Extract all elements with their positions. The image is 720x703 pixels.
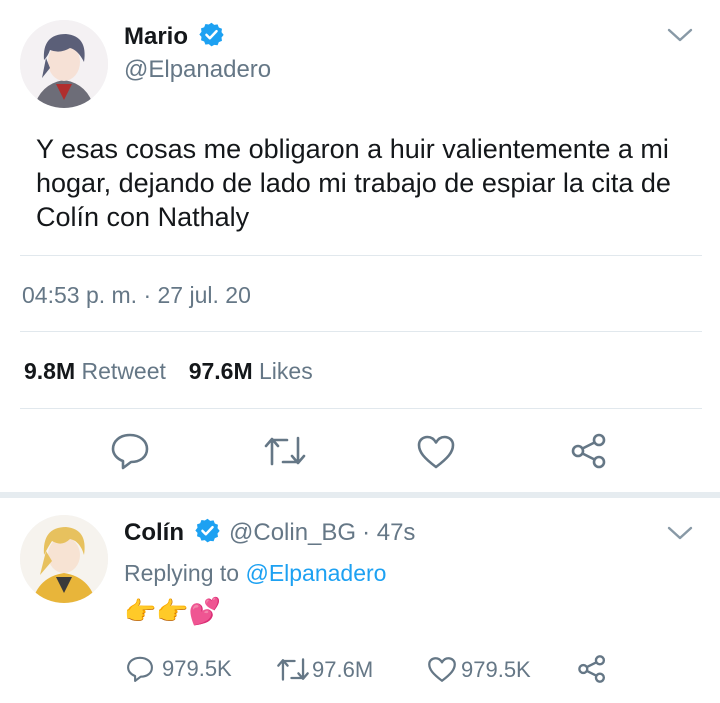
section-separator (0, 492, 720, 498)
like-action[interactable]: 979.5K (427, 656, 531, 683)
reply-author-avatar[interactable] (20, 515, 108, 603)
author-handle[interactable]: @Elpanadero (124, 56, 271, 84)
retweet-label[interactable]: Retweet (82, 358, 166, 384)
replying-to-handle[interactable]: @Elpanadero (245, 560, 386, 586)
chevron-down-icon[interactable] (666, 524, 694, 542)
divider (20, 255, 702, 256)
retweet-count[interactable]: 9.8M (24, 358, 75, 384)
retweet-action[interactable]: 97.6M (276, 656, 373, 683)
replying-to-label: Replying to (124, 560, 240, 586)
reply-text: 👉👉💕 (124, 596, 222, 626)
reply-icon[interactable] (126, 655, 154, 683)
replying-to: Replying to @Elpanadero (124, 560, 386, 587)
reply-count: 979.5K (162, 656, 232, 681)
share-icon[interactable] (570, 432, 608, 470)
avatar-illustration (20, 515, 108, 603)
chevron-down-icon[interactable] (666, 26, 694, 44)
divider (20, 331, 702, 332)
share-icon[interactable] (577, 654, 607, 684)
verified-badge-icon (198, 21, 225, 53)
reply-icon[interactable] (110, 432, 150, 470)
like-icon[interactable] (427, 656, 457, 683)
reply-author-handle[interactable]: @Colin_BG (229, 519, 356, 547)
tweet-timestamp[interactable]: 04:53 p. m. · 27 jul. 20 (22, 282, 251, 309)
reply-author-name[interactable]: Colín (124, 519, 184, 547)
retweet-count: 97.6M (312, 656, 374, 682)
engagement-stats: 9.8M Retweet 97.6M Likes (24, 358, 313, 385)
reply-time[interactable]: · 47s (362, 519, 415, 547)
author-avatar[interactable] (20, 20, 108, 108)
likes-label[interactable]: Likes (259, 358, 313, 384)
retweet-icon[interactable] (276, 656, 310, 683)
author-name[interactable]: Mario (124, 23, 188, 51)
like-count: 979.5K (461, 656, 531, 682)
verified-badge-icon (194, 517, 221, 549)
reply-action[interactable]: 979.5K (126, 655, 232, 683)
divider (20, 408, 702, 409)
tweet-text: Y esas cosas me obligaron a huir valient… (36, 134, 671, 232)
retweet-icon[interactable] (263, 434, 307, 468)
likes-count[interactable]: 97.6M (189, 358, 253, 384)
avatar-illustration (20, 20, 108, 108)
like-icon[interactable] (416, 434, 456, 470)
